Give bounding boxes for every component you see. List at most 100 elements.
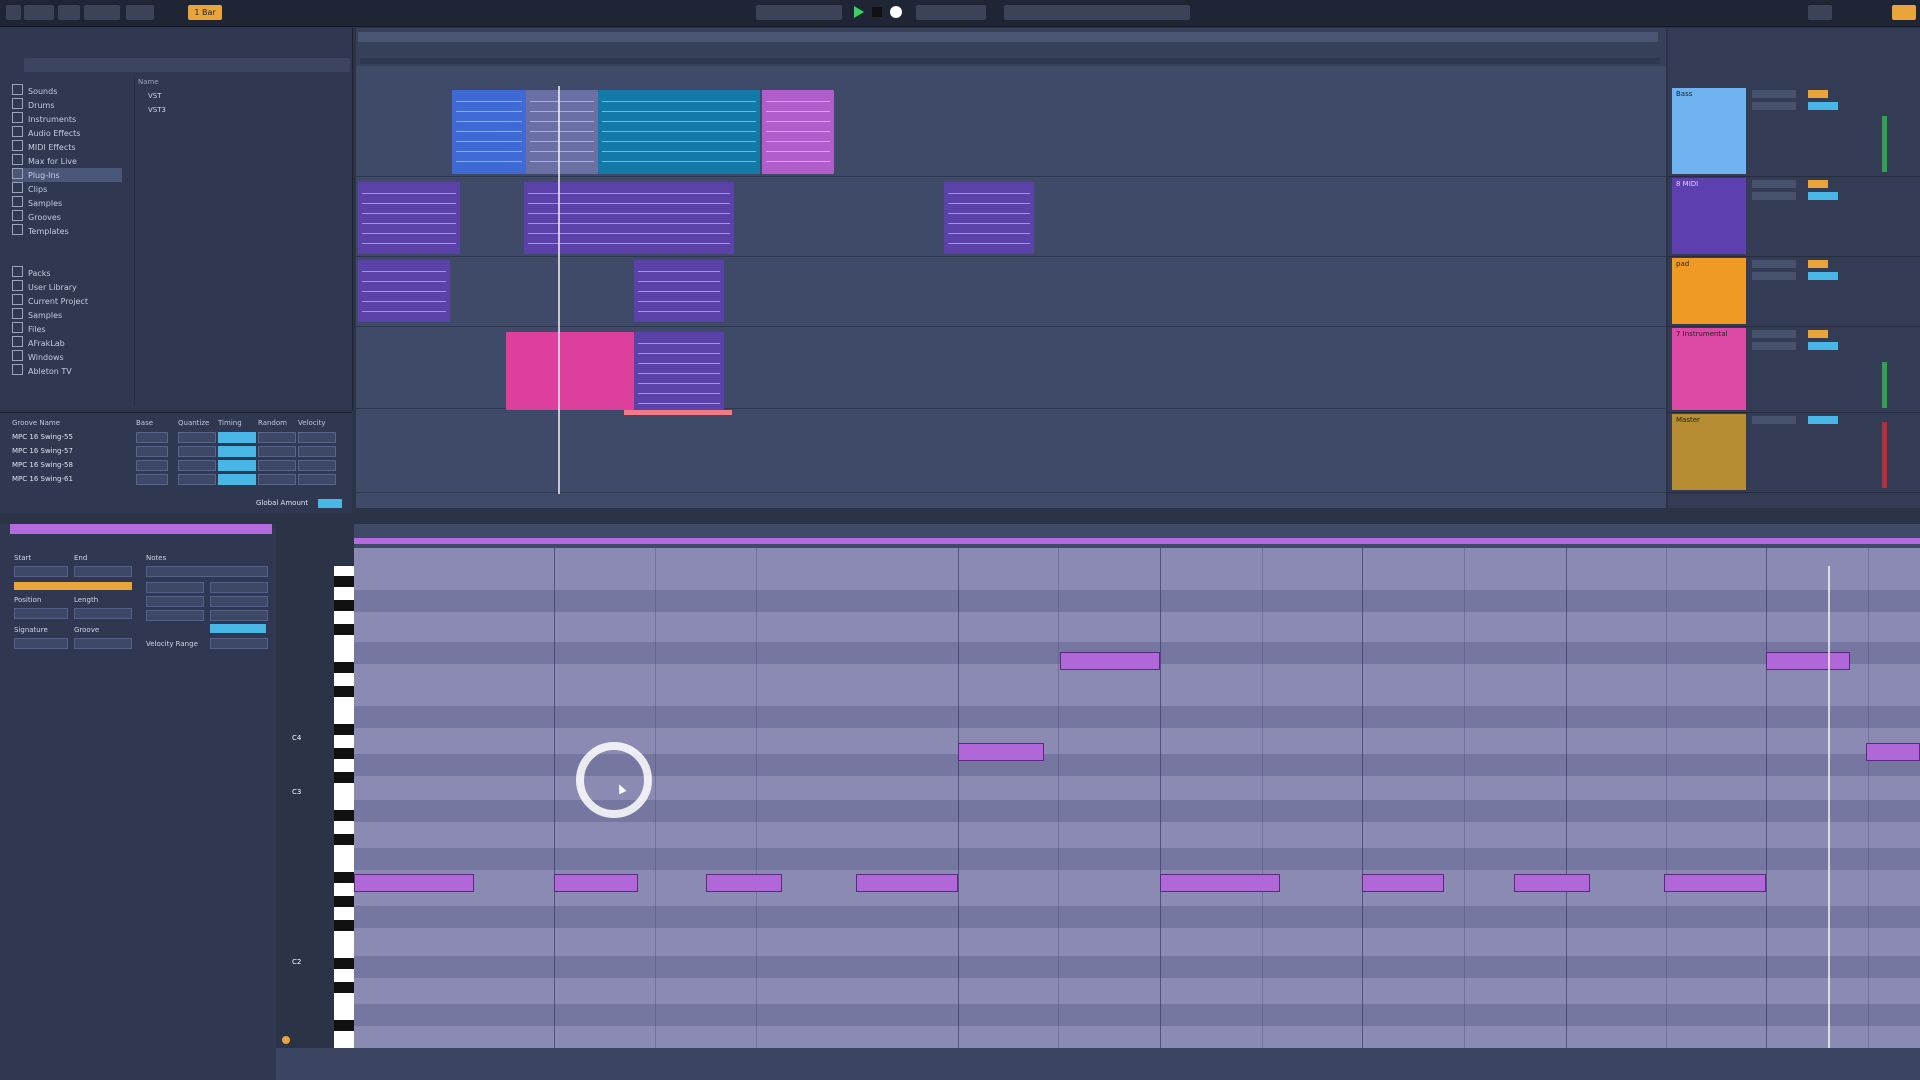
- track-lane-pad[interactable]: [356, 256, 1666, 327]
- track-name[interactable]: 7 Instrumental: [1676, 330, 1727, 338]
- midi-note[interactable]: [554, 874, 638, 892]
- black-key[interactable]: [334, 1020, 354, 1031]
- midi-note[interactable]: [1060, 652, 1160, 670]
- track-lane-master[interactable]: [356, 412, 1666, 493]
- black-key[interactable]: [334, 724, 354, 735]
- master-volume-field[interactable]: [1808, 416, 1838, 424]
- clip-length-field[interactable]: [74, 608, 132, 619]
- groove-random-field[interactable]: [258, 446, 296, 457]
- browser-place-windows[interactable]: Windows: [12, 350, 122, 364]
- groove-quantize-field[interactable]: [178, 432, 216, 443]
- arm-button[interactable]: [1808, 330, 1828, 338]
- track-header-master[interactable]: Master: [1668, 412, 1920, 493]
- browser-place-files[interactable]: Files: [12, 322, 122, 336]
- overdub-controls[interactable]: [916, 5, 986, 20]
- quantize-menu[interactable]: 1 Bar: [188, 5, 222, 20]
- global-amount-field[interactable]: [318, 499, 342, 508]
- midi-clip[interactable]: [634, 260, 724, 322]
- volume-field[interactable]: [1808, 342, 1838, 350]
- channel-select[interactable]: [1752, 192, 1796, 200]
- groove-random-field[interactable]: [258, 474, 296, 485]
- groove-quantize-field[interactable]: [178, 474, 216, 485]
- midi-clip[interactable]: [598, 90, 760, 174]
- groove-timing-field[interactable]: [218, 460, 256, 471]
- midi-clip[interactable]: [944, 182, 1034, 254]
- clip-position-field[interactable]: [14, 608, 68, 619]
- velocity-toggle[interactable]: [210, 624, 266, 633]
- midi-clip[interactable]: [524, 182, 734, 254]
- midi-note[interactable]: [1362, 874, 1444, 892]
- arm-button[interactable]: [1808, 90, 1828, 98]
- track-color-swatch[interactable]: [1672, 414, 1746, 490]
- track-header-pad[interactable]: pad: [1668, 256, 1920, 327]
- browser-category-templates[interactable]: Templates: [12, 224, 122, 238]
- black-key[interactable]: [334, 576, 354, 587]
- track-header-instrumental[interactable]: 7 Instrumental: [1668, 326, 1920, 413]
- groove-velocity-field[interactable]: [298, 446, 336, 457]
- loop-toggle[interactable]: [14, 582, 132, 590]
- groove-row[interactable]: MPC 16 Swing-57: [12, 445, 348, 457]
- browser-category-sounds[interactable]: Sounds: [12, 84, 122, 98]
- browser-place-user-library[interactable]: User Library: [12, 280, 122, 294]
- clip-groove-field[interactable]: [74, 638, 132, 649]
- clip-title-bar[interactable]: [10, 524, 272, 534]
- groove-timing-field[interactable]: [218, 432, 256, 443]
- track-color-swatch[interactable]: [1672, 178, 1746, 254]
- midi-note[interactable]: [1766, 652, 1850, 670]
- groove-row[interactable]: MPC 16 Swing-58: [12, 459, 348, 471]
- legato-button[interactable]: [146, 610, 204, 621]
- tempo-field[interactable]: [58, 5, 80, 20]
- black-key[interactable]: [334, 920, 354, 931]
- duplicate-button[interactable]: [210, 610, 268, 621]
- loop-brace[interactable]: [354, 538, 1920, 544]
- fit-to-scale-field[interactable]: [210, 582, 268, 593]
- browser-category-plugins[interactable]: Plug-Ins: [12, 168, 122, 182]
- browser-category-audio-effects[interactable]: Audio Effects: [12, 126, 122, 140]
- black-key[interactable]: [334, 662, 354, 673]
- groove-quantize-field[interactable]: [178, 446, 216, 457]
- track-name[interactable]: pad: [1676, 260, 1689, 268]
- record-icon[interactable]: [890, 6, 902, 18]
- groove-row[interactable]: MPC 16 Swing-61: [12, 473, 348, 485]
- browser-item-vst[interactable]: VST: [148, 92, 162, 104]
- midi-clip[interactable]: [762, 90, 834, 174]
- volume-field[interactable]: [1808, 272, 1838, 280]
- tap-tempo-button[interactable]: [24, 5, 54, 20]
- midi-note[interactable]: [1160, 874, 1280, 892]
- groove-velocity-field[interactable]: [298, 474, 336, 485]
- audio-clip[interactable]: [506, 332, 634, 410]
- track-header-midi[interactable]: 8 MIDI: [1668, 176, 1920, 257]
- browser-place-samples[interactable]: Samples: [12, 308, 122, 322]
- time-signature-field[interactable]: [84, 5, 120, 20]
- play-icon[interactable]: [854, 6, 864, 18]
- arrangement-position[interactable]: [756, 5, 842, 20]
- clip-start-field[interactable]: [14, 566, 68, 577]
- arrangement-ruler[interactable]: [356, 28, 1666, 66]
- browser-place-current-project[interactable]: Current Project: [12, 294, 122, 308]
- black-key[interactable]: [334, 872, 354, 883]
- browser-category-grooves[interactable]: Grooves: [12, 210, 122, 224]
- browser-category-drums[interactable]: Drums: [12, 98, 122, 112]
- midi-note[interactable]: [856, 874, 958, 892]
- browser-category-clips[interactable]: Clips: [12, 182, 122, 196]
- channel-select[interactable]: [1752, 272, 1796, 280]
- volume-field[interactable]: [1808, 192, 1838, 200]
- midi-clip[interactable]: [634, 332, 724, 410]
- black-key[interactable]: [334, 748, 354, 759]
- browser-place-ableton-tv[interactable]: Ableton TV: [12, 364, 122, 378]
- track-name[interactable]: Bass: [1676, 90, 1692, 98]
- groove-base-field[interactable]: [136, 446, 168, 457]
- track-color-swatch[interactable]: [1672, 88, 1746, 174]
- track-lane-midi[interactable]: [356, 176, 1666, 257]
- browser-category-instruments[interactable]: Instruments: [12, 112, 122, 126]
- loop-controls[interactable]: [1004, 5, 1190, 20]
- groove-timing-field[interactable]: [218, 446, 256, 457]
- link-icon[interactable]: [6, 5, 21, 20]
- groove-base-field[interactable]: [136, 474, 168, 485]
- arm-button[interactable]: [1808, 180, 1828, 188]
- groove-velocity-field[interactable]: [298, 460, 336, 471]
- track-name[interactable]: 8 MIDI: [1676, 180, 1698, 188]
- midi-clip[interactable]: [358, 260, 450, 322]
- browser-item-vst3[interactable]: VST3: [148, 106, 166, 118]
- browser-category-max-for-live[interactable]: Max for Live: [12, 154, 122, 168]
